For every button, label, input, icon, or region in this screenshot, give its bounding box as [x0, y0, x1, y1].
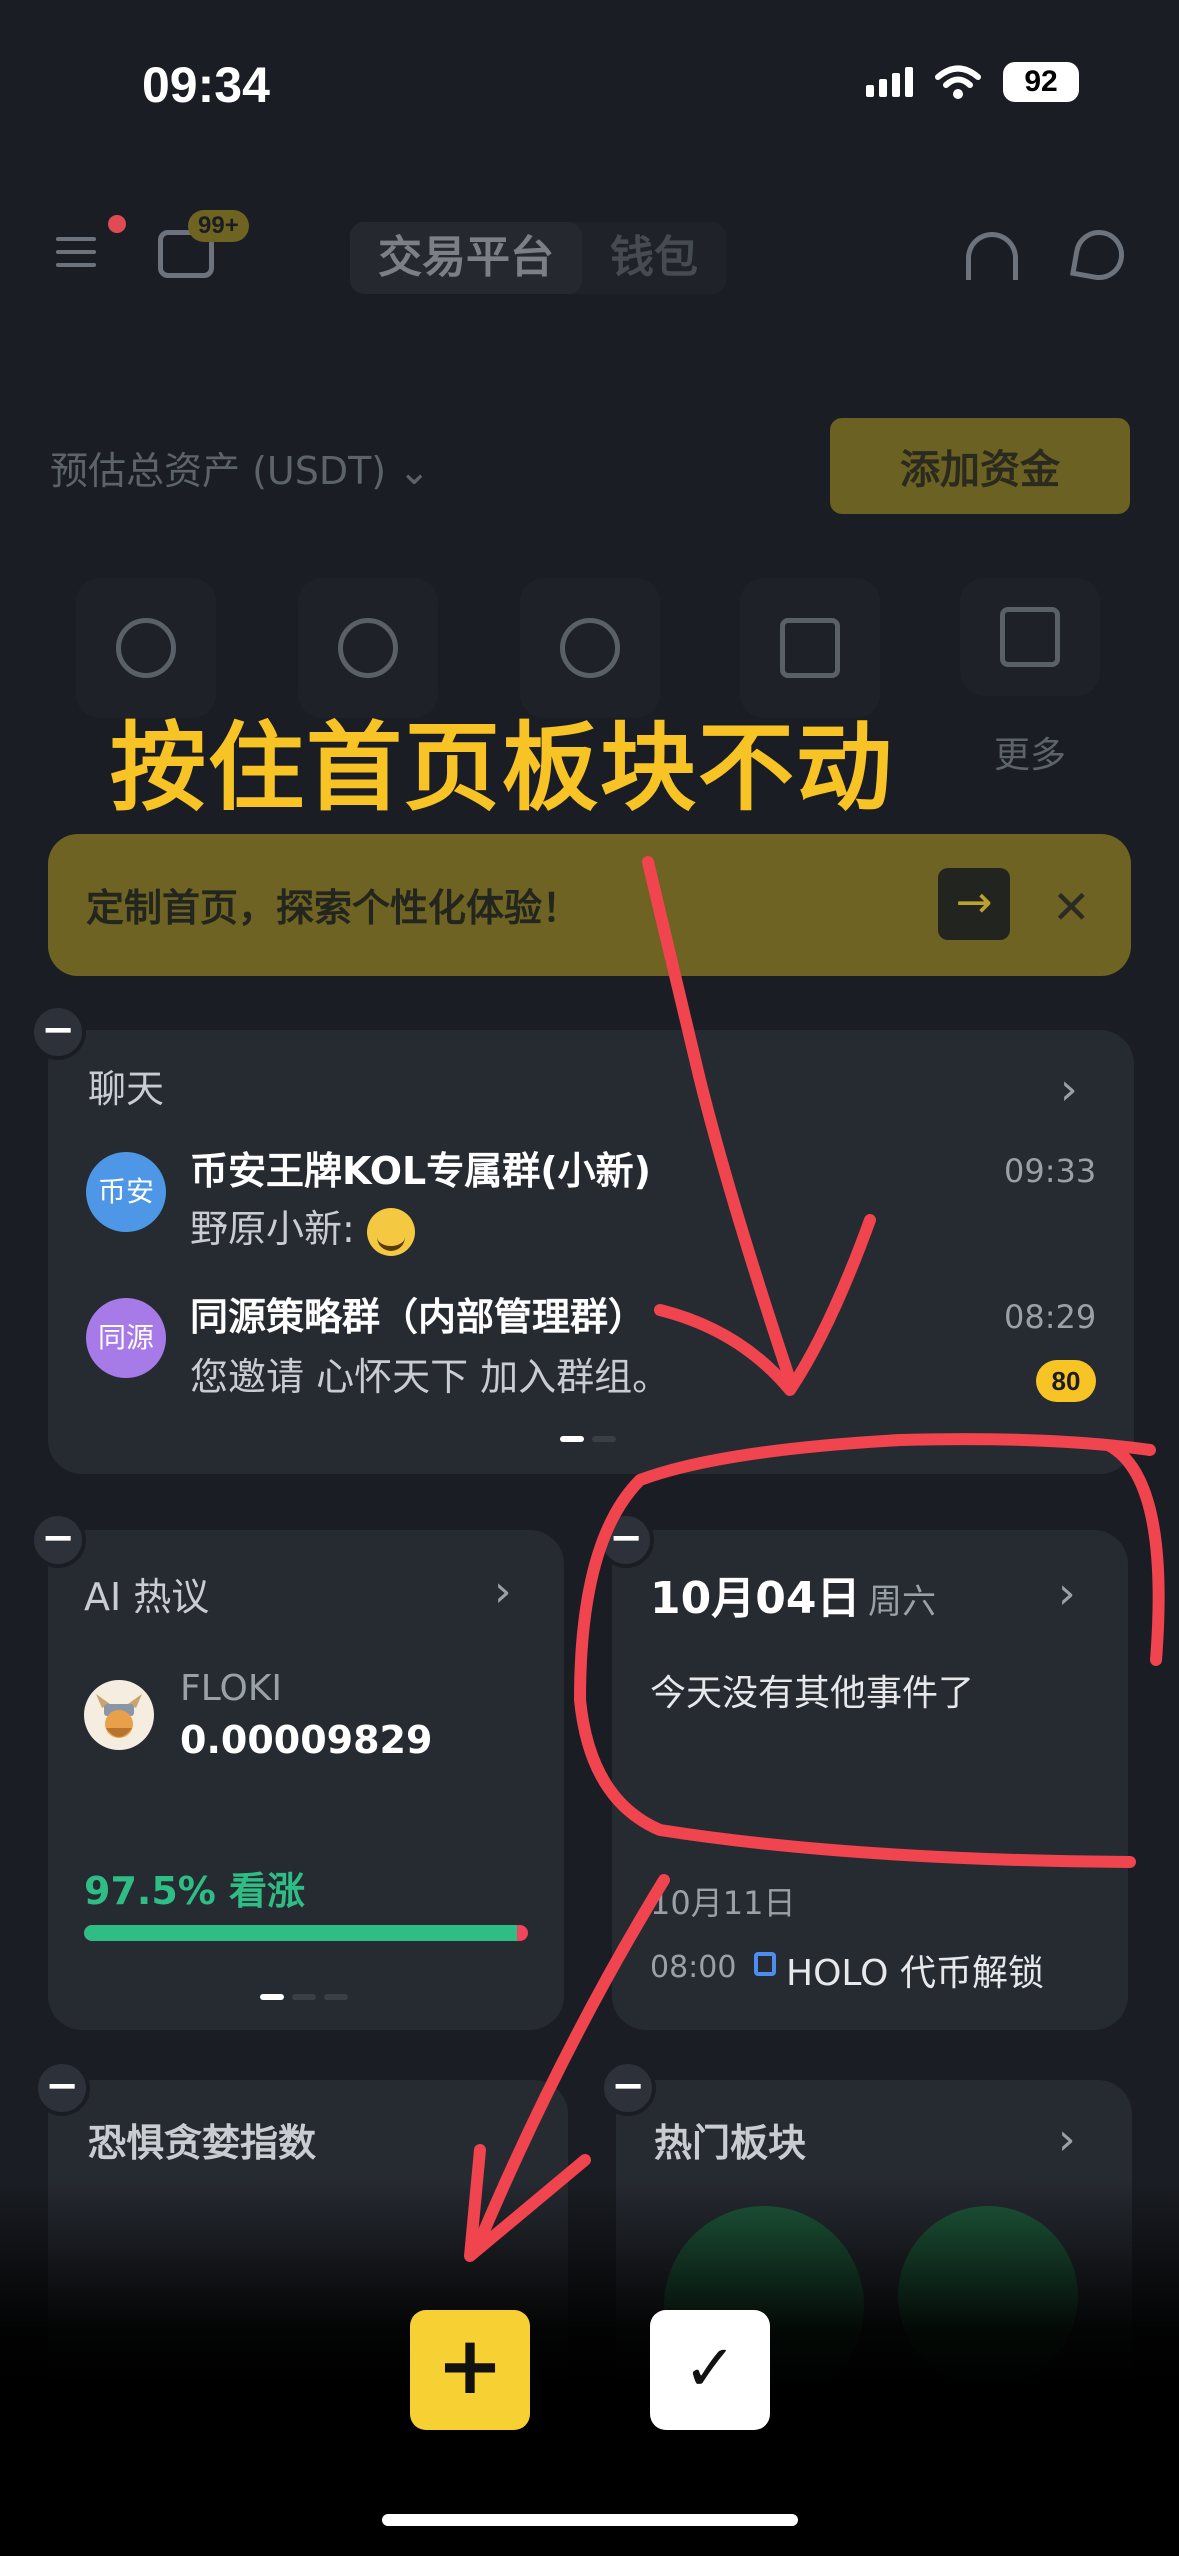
sentiment-label: 97.5% 看涨	[84, 1869, 306, 1913]
customize-banner-text: 定制首页，探索个性化体验！	[86, 886, 581, 930]
invite-icon	[116, 618, 176, 678]
add-widget-button[interactable]: +	[410, 2310, 530, 2430]
gift-icon	[780, 618, 840, 678]
chat-time: 08:29	[1004, 1298, 1097, 1336]
notification-dot	[108, 215, 126, 233]
status-icons: 92	[866, 62, 1079, 102]
coin-symbol: FLOKI	[180, 1668, 283, 1709]
sentiment-bar-fill	[84, 1925, 517, 1941]
chat-time: 09:33	[1004, 1152, 1097, 1190]
avatar: 同源	[86, 1298, 166, 1378]
close-icon[interactable]: ✕	[1052, 880, 1091, 934]
event-title[interactable]: HOLO 代币解锁	[786, 1944, 1044, 1996]
calendar-date: 10月04日	[650, 1573, 861, 1624]
chevron-right-icon[interactable]: ›	[1058, 2114, 1076, 2165]
avatar: 币安	[86, 1152, 166, 1232]
user-light-icon	[560, 618, 620, 678]
calendar-weekday: 周六	[868, 1582, 936, 1622]
chat-last-message: 野原小新:	[190, 1198, 415, 1256]
grin-sweat-emoji-icon	[366, 1207, 415, 1256]
chat-group-name[interactable]: 币安王牌KOL专属群(小新)	[190, 1140, 651, 1195]
headset-icon[interactable]	[966, 232, 1018, 280]
chevron-right-icon[interactable]: ›	[1058, 1568, 1076, 1619]
sentiment-bar	[84, 1925, 528, 1941]
top-tabs: 交易平台 钱包	[350, 222, 726, 294]
remove-fear-button[interactable]: −	[34, 2060, 90, 2116]
no-events-text: 今天没有其他事件了	[650, 1673, 975, 1714]
chat-last-message: 您邀请 心怀天下 加入群组。	[190, 1355, 671, 1399]
home-indicator	[382, 2514, 798, 2526]
unread-badge: 80	[1036, 1360, 1096, 1402]
remove-chat-button[interactable]: −	[30, 1004, 86, 1060]
instruction-overlay: 按住首页板块不动	[110, 712, 894, 824]
quick-more[interactable]: 更多	[960, 578, 1100, 778]
grid-icon	[1000, 607, 1060, 667]
bottom-bar	[0, 2180, 1179, 2556]
arrow-right-icon[interactable]: →	[938, 868, 1010, 940]
coin-price: 0.00009829	[180, 1718, 433, 1762]
wifi-icon	[935, 65, 981, 99]
add-funds-button[interactable]: 添加资金	[830, 418, 1130, 514]
battery-icon: 92	[1003, 62, 1079, 102]
next-event-date: 10月11日	[650, 1884, 796, 1922]
remove-calendar-button[interactable]: −	[598, 1512, 654, 1568]
page-dots	[260, 1994, 348, 2000]
more-label: 更多	[993, 735, 1066, 776]
chevron-right-icon[interactable]: ›	[494, 1566, 512, 1617]
star-circle-icon	[338, 618, 398, 678]
rocket-icon[interactable]	[1070, 226, 1128, 284]
ai-title: AI 热议	[84, 1575, 210, 1619]
hot-title: 热门板块	[654, 2121, 807, 2165]
page-dots	[560, 1436, 616, 1442]
floki-coin-icon	[84, 1680, 154, 1750]
menu-icon[interactable]	[56, 237, 96, 277]
remove-ai-button[interactable]: −	[30, 1512, 86, 1568]
signal-icon	[866, 67, 913, 97]
status-time: 09:34	[142, 57, 270, 113]
confirm-button[interactable]: ✓	[650, 2310, 770, 2430]
chat-group-name[interactable]: 同源策略群（内部管理群）	[190, 1286, 646, 1341]
chevron-right-icon[interactable]: ›	[1060, 1064, 1078, 1115]
fear-title: 恐惧贪婪指数	[88, 2121, 317, 2165]
lock-icon	[754, 1952, 776, 1976]
remove-hot-button[interactable]: −	[600, 2060, 656, 2116]
chat-title: 聊天	[88, 1067, 165, 1111]
tab-exchange[interactable]: 交易平台	[350, 222, 582, 294]
message-badge: 99+	[188, 210, 249, 242]
event-time: 08:00	[650, 1950, 737, 1985]
tab-wallet[interactable]: 钱包	[582, 222, 726, 294]
estimated-assets-label[interactable]: 预估总资产 (USDT) ⌄	[50, 440, 430, 495]
